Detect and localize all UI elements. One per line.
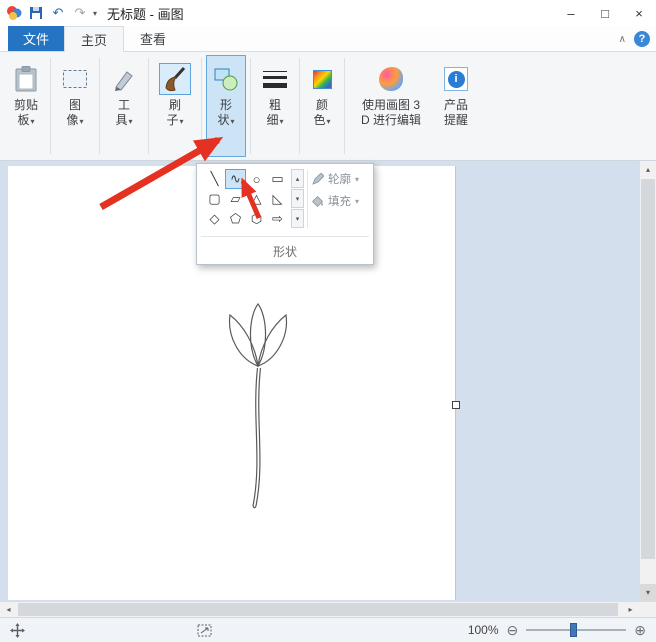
shapes-button[interactable]: 形 状▾ [206, 55, 246, 157]
title-bar: ↶ ↷ ▾ 无标题 - 画图 – □ × [0, 0, 656, 26]
zoom-slider[interactable] [526, 623, 627, 637]
paint3d-button[interactable]: 使用画图 3 D 进行编辑 [349, 55, 433, 157]
brushes-button[interactable]: 刷 子▾ [153, 55, 197, 157]
alerts-label: 产品 [443, 98, 468, 112]
window-controls: – □ × [554, 0, 656, 26]
color-palette-icon [312, 69, 332, 89]
tab-view[interactable]: 查看 [124, 26, 182, 51]
zoom-out-icon[interactable]: ⊖ [507, 622, 519, 639]
status-bar: 100% ⊖ ⊕ [0, 617, 656, 642]
info-icon: i [444, 67, 468, 91]
cursor-position-icon [10, 622, 25, 638]
scroll-right-icon[interactable]: ▸ [622, 602, 639, 617]
gallery-scroll-buttons: ▴ ▾ ▾ [291, 169, 304, 229]
shape-line[interactable]: ╲ [204, 169, 225, 189]
shapes-label: 形 [219, 98, 232, 112]
zoom-in-icon[interactable]: ⊕ [634, 622, 646, 639]
clipboard-button[interactable]: 剪贴 板▾ [6, 55, 46, 157]
tab-home[interactable]: 主页 [64, 26, 125, 52]
canvas-size-icon [197, 624, 212, 637]
quick-access-toolbar: ↶ ↷ ▾ [27, 4, 97, 22]
shapes-icon [213, 60, 239, 98]
shape-right-triangle[interactable]: ◺ [267, 189, 288, 209]
shape-arrow[interactable]: ⇨ [267, 209, 288, 229]
chevron-down-icon: ▾ [79, 117, 84, 126]
gallery-expand-icon[interactable]: ▾ [291, 209, 304, 228]
zoom-level-label: 100% [467, 623, 499, 637]
chevron-down-icon: ▾ [230, 117, 235, 126]
tab-file[interactable]: 文件 [8, 26, 65, 51]
fill-button[interactable]: 填充 ▾ [312, 192, 359, 210]
chevron-down-icon: ▾ [279, 117, 284, 126]
brush-icon [159, 63, 191, 95]
ribbon-tabs: 文件 主页 查看 ∧ ? [0, 26, 656, 52]
pencil-tools-icon [112, 60, 136, 98]
collapse-ribbon-icon[interactable]: ∧ [619, 34, 626, 45]
shape-diamond[interactable]: ◇ [204, 209, 225, 229]
clipboard-label: 剪贴 [13, 98, 38, 112]
shape-hexagon[interactable]: ⬡ [246, 209, 267, 229]
size-button[interactable]: 粗 细▾ [255, 55, 295, 157]
colors-label: 颜 [315, 98, 328, 112]
shape-curve[interactable]: ∿ [225, 169, 246, 189]
outline-pencil-icon [312, 173, 324, 185]
shapes-panel-footer-label: 形状 [272, 245, 297, 259]
paint-app-icon [5, 4, 23, 22]
outline-button[interactable]: 轮廓 ▾ [312, 170, 359, 188]
image-label: 图 [68, 98, 81, 112]
shape-pentagon[interactable]: ⬠ [225, 209, 246, 229]
colors-button[interactable]: 颜 色▾ [304, 55, 340, 157]
image-button[interactable]: 图 像▾ [55, 55, 95, 157]
shape-gallery: ╲ ∿ ○ ▭ ▢ ▱ △ ◺ ◇ ⬠ ⬡ ⇨ [204, 169, 288, 229]
horizontal-scrollbar[interactable]: ◂ ▸ [0, 601, 656, 617]
shape-rectangle[interactable]: ▭ [267, 169, 288, 189]
paint3d-icon [379, 67, 403, 91]
tools-button[interactable]: 工 具▾ [104, 55, 144, 157]
save-icon[interactable] [27, 4, 45, 22]
clipboard-icon [14, 60, 38, 98]
shape-rounded-rectangle[interactable]: ▢ [204, 189, 225, 209]
tools-label: 工 [117, 98, 130, 112]
zoom-controls: 100% ⊖ ⊕ [468, 622, 646, 639]
window-title: 无标题 - 画图 [107, 6, 184, 22]
product-alerts-button[interactable]: i 产品 提醒 [433, 55, 479, 157]
zoom-slider-thumb[interactable] [570, 623, 578, 637]
qat-dropdown-icon[interactable]: ▾ [93, 9, 97, 18]
chevron-down-icon: ▾ [128, 117, 133, 126]
size-label: 粗 [268, 98, 281, 112]
redo-icon[interactable]: ↷ [71, 4, 89, 22]
vertical-scrollbar[interactable]: ▴ ▾ [639, 161, 656, 601]
line-thickness-icon [263, 70, 287, 88]
gallery-row-down-icon[interactable]: ▾ [291, 189, 304, 208]
chevron-down-icon: ▾ [179, 117, 184, 126]
undo-icon[interactable]: ↶ [49, 4, 67, 22]
fill-bucket-icon [312, 195, 324, 207]
chevron-down-icon: ▾ [326, 117, 331, 126]
paint-window: ↶ ↷ ▾ 无标题 - 画图 – □ × 文件 主页 查看 ∧ ? 剪贴 板▾ … [0, 0, 656, 642]
paint3d-label: 使用画图 3 [361, 98, 420, 112]
ribbon-home: 剪贴 板▾ 图 像▾ 工 具▾ 刷 子▾ 形 状▾ 粗 细▾ 颜 色▾ 使用画图… [0, 52, 656, 161]
chevron-down-icon: ▾ [30, 117, 35, 126]
help-icon[interactable]: ? [634, 31, 650, 47]
scroll-left-icon[interactable]: ◂ [0, 602, 17, 617]
minimize-button[interactable]: – [554, 0, 588, 26]
select-icon [62, 60, 88, 98]
gallery-scroll-up-icon[interactable]: ▴ [291, 169, 304, 188]
shape-oval[interactable]: ○ [246, 169, 267, 189]
vertical-scroll-thumb[interactable] [641, 179, 655, 559]
shape-triangle[interactable]: △ [246, 189, 267, 209]
chevron-down-icon: ▾ [355, 174, 360, 184]
brushes-label: 刷 [168, 98, 181, 112]
shapes-dropdown-panel: ╲ ∿ ○ ▭ ▢ ▱ △ ◺ ◇ ⬠ ⬡ ⇨ ▴ ▾ ▾ 轮廓 ▾ 填充 ▾ … [196, 163, 374, 265]
scrollbar-corner [639, 602, 656, 617]
canvas-resize-handle[interactable] [452, 401, 460, 409]
close-button[interactable]: × [622, 0, 656, 26]
shape-polygon[interactable]: ▱ [225, 189, 246, 209]
scroll-up-icon[interactable]: ▴ [640, 161, 656, 178]
scroll-down-icon[interactable]: ▾ [640, 584, 656, 601]
maximize-button[interactable]: □ [588, 0, 622, 26]
horizontal-scroll-thumb[interactable] [18, 603, 618, 616]
chevron-down-icon: ▾ [355, 196, 360, 206]
